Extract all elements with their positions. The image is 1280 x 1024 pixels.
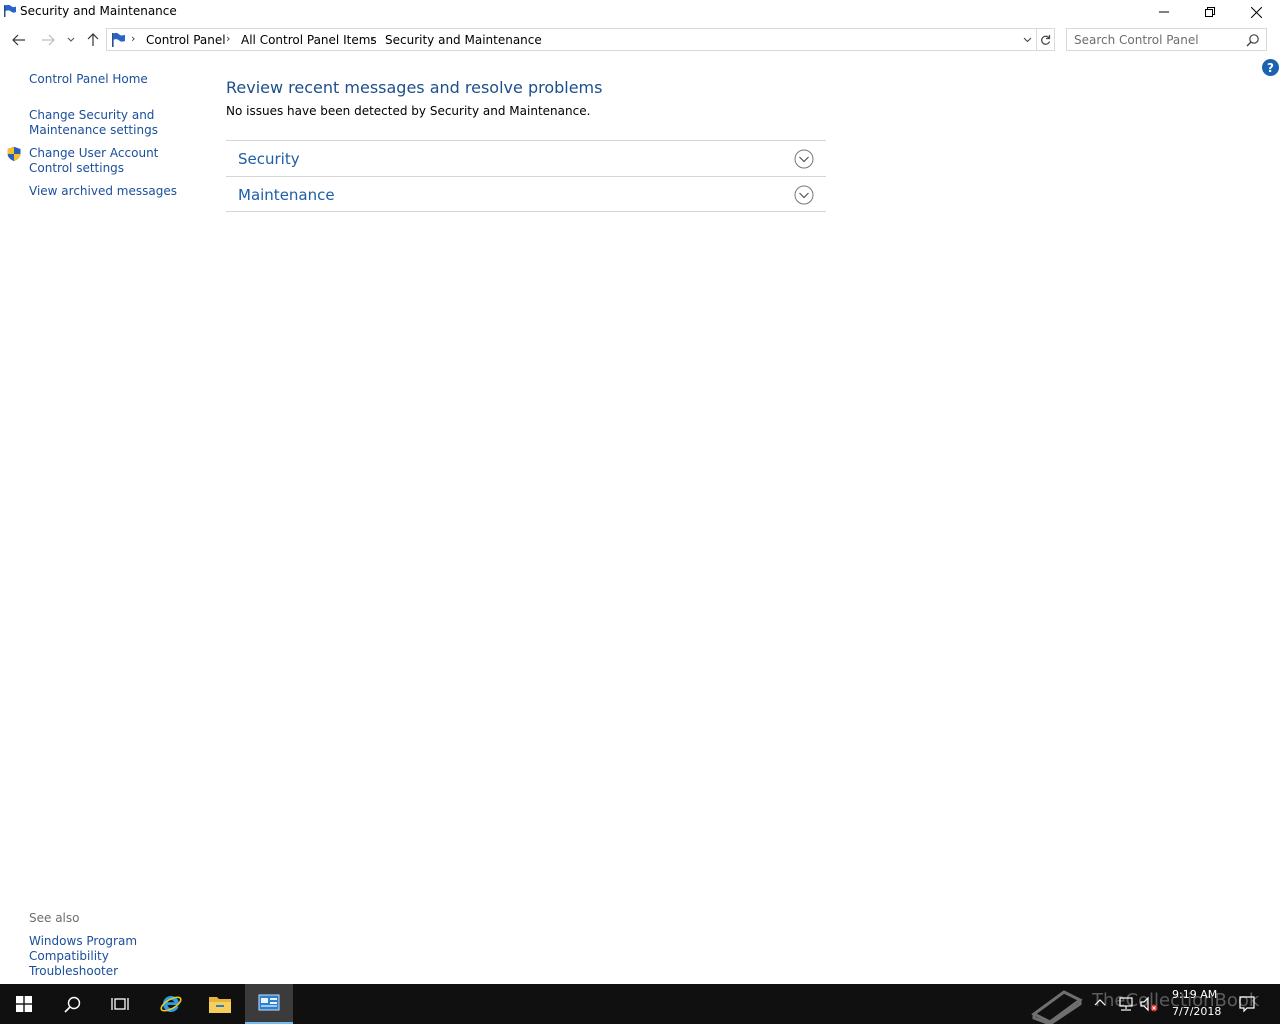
view-archived-messages-link[interactable]: View archived messages: [29, 184, 201, 199]
navigation-bar: › Control Panel › All Control Panel Item…: [0, 26, 1280, 54]
clock-time[interactable]: 9:19 AM: [1172, 988, 1217, 1001]
search-icon[interactable]: [1246, 33, 1260, 47]
page-title: Review recent messages and resolve probl…: [226, 78, 603, 97]
action-center-icon[interactable]: [1238, 995, 1256, 1013]
minimize-button[interactable]: [1141, 0, 1187, 24]
taskbar-search-button[interactable]: [48, 984, 96, 1024]
close-icon: [1250, 6, 1262, 18]
task-view-icon: [111, 998, 129, 1010]
breadcrumb-security-maintenance[interactable]: Security and Maintenance: [385, 33, 542, 47]
arrow-up-icon: [87, 33, 99, 46]
breadcrumb-separator[interactable]: ›: [226, 32, 230, 45]
up-button[interactable]: [82, 26, 104, 54]
breadcrumb-separator[interactable]: ›: [370, 32, 374, 45]
network-icon[interactable]: [1118, 996, 1134, 1012]
internet-explorer-button[interactable]: [147, 984, 195, 1024]
windows-logo-icon: [16, 996, 32, 1012]
search-input[interactable]: [1067, 29, 1245, 50]
control-panel-icon: [258, 994, 280, 1011]
file-explorer-button[interactable]: [196, 984, 244, 1024]
maintenance-section-title[interactable]: Maintenance: [238, 186, 335, 204]
help-button[interactable]: ?: [1262, 59, 1279, 76]
start-button[interactable]: [0, 984, 48, 1024]
security-section-title[interactable]: Security: [238, 150, 300, 168]
back-button[interactable]: [8, 26, 30, 54]
clock-date[interactable]: 7/7/2018: [1172, 1005, 1221, 1018]
refresh-icon: [1041, 34, 1051, 45]
arrow-right-icon: [42, 34, 55, 46]
restore-icon: [1205, 7, 1215, 17]
task-view-button[interactable]: [96, 984, 144, 1024]
address-history-dropdown[interactable]: [1020, 32, 1034, 48]
flag-icon: [4, 4, 16, 17]
forward-button[interactable]: [37, 26, 59, 54]
minimize-icon: [1159, 11, 1169, 13]
address-bar[interactable]: › Control Panel › All Control Panel Item…: [106, 28, 1037, 51]
restore-button[interactable]: [1187, 0, 1233, 24]
status-message: No issues have been detected by Security…: [226, 104, 591, 118]
recent-locations-button[interactable]: [62, 26, 80, 54]
search-icon: [63, 996, 80, 1013]
change-security-settings-link[interactable]: Change Security and Maintenance settings: [29, 108, 201, 138]
control-panel-taskbar-button[interactable]: [245, 984, 293, 1024]
flag-icon: [112, 32, 125, 47]
maintenance-section-header[interactable]: Maintenance: [226, 176, 826, 212]
see-also-label: See also: [29, 911, 80, 925]
folder-icon: [209, 997, 231, 1013]
window-title: Security and Maintenance: [20, 4, 177, 18]
internet-explorer-icon: [160, 995, 182, 1012]
control-panel-home-link[interactable]: Control Panel Home: [29, 72, 201, 87]
expand-chevron-icon[interactable]: [794, 149, 814, 169]
refresh-button[interactable]: [1037, 28, 1055, 51]
chevron-down-icon: [67, 37, 75, 42]
volume-muted-icon[interactable]: [1140, 996, 1158, 1012]
book-icon: [1031, 990, 1083, 1024]
search-box[interactable]: [1066, 28, 1267, 51]
breadcrumb-all-items[interactable]: All Control Panel Items: [241, 33, 377, 47]
control-panel-window: Security and Maintenance › Control Panel…: [0, 0, 1280, 984]
change-uac-settings-link[interactable]: Change User Account Control settings: [29, 146, 201, 176]
taskbar: TheCollectionBook 9:19 AM 7/7/2018: [0, 984, 1280, 1024]
breadcrumb-control-panel[interactable]: Control Panel: [146, 33, 226, 47]
chevron-down-icon: [1023, 37, 1031, 43]
show-hidden-icons-icon[interactable]: [1094, 996, 1106, 1010]
arrow-left-icon: [12, 34, 25, 46]
expand-chevron-icon[interactable]: [794, 185, 814, 205]
compatibility-troubleshooter-link[interactable]: Windows Program Compatibility Troublesho…: [29, 934, 199, 979]
close-button[interactable]: [1233, 0, 1279, 24]
uac-shield-icon: [7, 146, 21, 162]
title-bar[interactable]: Security and Maintenance: [0, 0, 1280, 24]
breadcrumb-separator[interactable]: ›: [131, 32, 135, 45]
security-section-header[interactable]: Security: [226, 140, 826, 176]
